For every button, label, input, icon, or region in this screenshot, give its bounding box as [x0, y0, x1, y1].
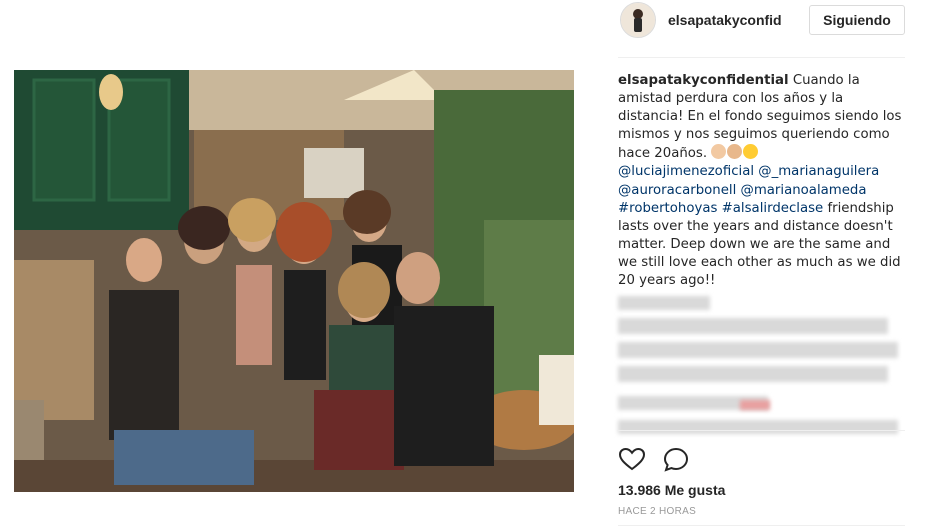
- post-header: elsapatakyconfid Siguiendo: [618, 0, 905, 58]
- section-divider-bottom: [618, 525, 905, 526]
- mention-link[interactable]: @marianoalameda: [741, 183, 867, 198]
- hashtag-link[interactable]: #robertohoyas: [618, 201, 717, 216]
- username-link[interactable]: elsapatakyconfid: [668, 12, 782, 28]
- mention-link[interactable]: @luciajimenezoficial: [618, 164, 754, 179]
- caption-author-link[interactable]: elsapatakyconfidential: [618, 73, 789, 88]
- avatar-image: [621, 3, 655, 37]
- post-caption: elsapatakyconfidential Cuando la amistad…: [618, 72, 908, 290]
- heart-icon[interactable]: [618, 446, 646, 474]
- face-blowing-kiss-emoji: [743, 144, 759, 160]
- avatar[interactable]: [620, 2, 656, 38]
- post-timestamp: HACE 2 HORAS: [618, 506, 697, 517]
- post-photo[interactable]: [14, 70, 574, 492]
- clapping-hands-emoji: [711, 144, 727, 160]
- blurred-comments: [618, 296, 908, 444]
- following-button[interactable]: Siguiendo: [809, 5, 905, 35]
- hashtag-link[interactable]: #alsalirdeclase: [722, 201, 824, 216]
- mention-link[interactable]: @_marianaguilera: [758, 164, 879, 179]
- post-actions: [618, 446, 702, 474]
- mention-link[interactable]: @auroracarbonell: [618, 183, 736, 198]
- comment-icon[interactable]: [662, 446, 690, 474]
- group-photo-image: [14, 70, 574, 492]
- section-divider: [618, 430, 905, 431]
- flexed-biceps-emoji: [727, 144, 743, 160]
- like-count[interactable]: 13.986 Me gusta: [618, 482, 725, 498]
